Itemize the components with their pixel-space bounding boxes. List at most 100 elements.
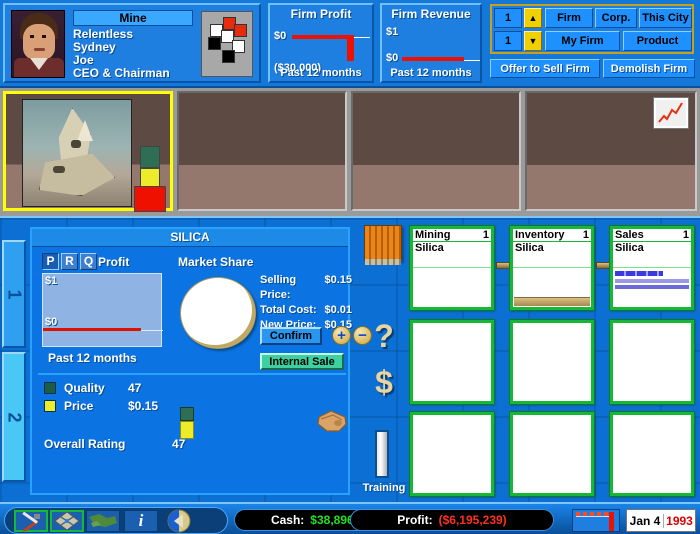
- price-increase-button[interactable]: +: [332, 326, 351, 345]
- product-slot-3[interactable]: [525, 91, 697, 211]
- department-inventory[interactable]: Inventory 1 Silica: [509, 225, 595, 311]
- market-share-label: Market Share: [178, 255, 254, 269]
- overall-rating-value: 47: [172, 437, 186, 451]
- tab-2[interactable]: 2: [2, 352, 26, 482]
- tab-1-label: 1: [4, 288, 25, 300]
- department-slot-9[interactable]: [609, 411, 695, 497]
- inventory-item: Silica: [515, 242, 544, 254]
- price-label: Price: [64, 399, 94, 413]
- mining-item: Silica: [415, 242, 444, 254]
- quality-label: Quality: [64, 381, 105, 395]
- spinner-down-icon[interactable]: ▼: [524, 31, 542, 51]
- profit-label: Profit:: [397, 513, 433, 527]
- demolish-firm-button[interactable]: Demolish Firm: [603, 59, 695, 78]
- department-slot-6[interactable]: [609, 319, 695, 405]
- training-slider[interactable]: [375, 430, 389, 478]
- cash-label: Cash:: [270, 513, 305, 527]
- overall-rating-label: Overall Rating: [44, 437, 126, 451]
- firm-profit-panel[interactable]: Firm Profit $0 ($30,000) Past 12 months: [268, 3, 374, 83]
- product-title: SILICA: [32, 229, 348, 247]
- prq-button-p[interactable]: P: [42, 253, 59, 270]
- firm-controls-panel: 1 ▲ Firm Corp. This City 1 ▼ My Firm Pro…: [487, 3, 697, 83]
- department-slot-5[interactable]: [509, 319, 595, 405]
- info-icon[interactable]: i: [124, 510, 158, 532]
- profit-value: ($6,195,239): [438, 513, 507, 527]
- tools-icon[interactable]: [14, 510, 48, 532]
- avatar: [11, 10, 65, 78]
- date-value: Jan 4: [629, 513, 661, 528]
- firm-revenue-bottom-label: $0: [386, 52, 399, 64]
- confirm-button[interactable]: Confirm: [260, 327, 322, 345]
- firm-revenue-footer: Past 12 months: [390, 67, 472, 79]
- department-slot-7[interactable]: [409, 411, 495, 497]
- offer-to-sell-firm-button[interactable]: Offer to Sell Firm: [490, 59, 600, 78]
- firm-revenue-panel[interactable]: Firm Revenue $1 $0 Past 12 months: [380, 3, 482, 83]
- prq-button-q[interactable]: Q: [80, 253, 97, 270]
- profit-readout: Profit: ($6,195,239): [350, 509, 554, 531]
- product-index-field[interactable]: 1: [494, 31, 522, 51]
- firm-profit-chart: $0 ($30,000): [274, 22, 370, 74]
- crate-icon[interactable]: [364, 225, 402, 265]
- prq-button-r[interactable]: R: [61, 253, 78, 270]
- prq-toggle-group: P R Q: [42, 253, 97, 270]
- selling-price-row: Selling Price: $0.15: [260, 273, 352, 303]
- spinner-up-icon[interactable]: ▲: [524, 8, 542, 28]
- top-bar: Mine Relentless Sydney Joe CEO & Chairma…: [0, 0, 700, 88]
- profit-label: Profit: [98, 255, 130, 269]
- product-slot-2[interactable]: [351, 91, 521, 211]
- status-level-bar: [134, 186, 166, 212]
- quality-level-bar: [140, 146, 160, 168]
- help-icon[interactable]: ?: [362, 318, 406, 355]
- department-mining[interactable]: Mining 1 Silica: [409, 225, 495, 311]
- hand-cursor-icon: [315, 407, 349, 437]
- product-slot-strip: [0, 88, 700, 216]
- quality-stat-row: Quality 47: [44, 381, 141, 395]
- sales-item: Silica: [615, 242, 644, 254]
- product-slot-0[interactable]: [3, 91, 173, 212]
- game-window: Mine Relentless Sydney Joe CEO & Chairma…: [0, 0, 700, 534]
- firm-revenue-chart: $1 $0: [386, 22, 480, 64]
- back-arrow-icon[interactable]: [162, 509, 196, 533]
- mining-name: Mining: [415, 229, 451, 241]
- plus-icon: +: [337, 326, 346, 344]
- product-button[interactable]: Product: [623, 31, 692, 51]
- inventory-fill-bar: [514, 297, 590, 306]
- internal-sale-button[interactable]: Internal Sale: [260, 353, 344, 370]
- firm-index-field[interactable]: 1: [494, 8, 522, 28]
- inventory-name: Inventory: [515, 229, 565, 241]
- price-stat-row: Price $0.15: [44, 399, 158, 413]
- department-slot-4[interactable]: [409, 319, 495, 405]
- tab-1[interactable]: 1: [2, 240, 26, 348]
- corp-button[interactable]: Corp.: [595, 8, 637, 28]
- money-icon[interactable]: $: [362, 364, 406, 401]
- price-info: Selling Price: $0.15 Total Cost: $0.01 N…: [260, 273, 352, 333]
- tab-2-label: 2: [4, 411, 25, 423]
- selling-price-value: $0.15: [324, 274, 352, 286]
- department-sales[interactable]: Sales 1 Silica: [609, 225, 695, 311]
- action-icon-column: ? $ Training: [360, 218, 408, 504]
- total-cost-row: Total Cost: $0.01: [260, 303, 352, 318]
- total-cost-value: $0.01: [324, 304, 352, 316]
- department-slot-8[interactable]: [509, 411, 595, 497]
- city-grid-icon[interactable]: [50, 510, 84, 532]
- date-display[interactable]: Jan 4 1993: [626, 509, 696, 532]
- firm-profit-top-label: $0: [274, 30, 287, 42]
- sales-bars: [615, 271, 689, 289]
- past-12-months-label: Past 12 months: [48, 351, 137, 365]
- sales-name: Sales: [615, 229, 644, 241]
- status-bar: i Cash: $38,896,600 Profit: ($6,195,239)…: [0, 502, 700, 534]
- price-value: $0.15: [128, 399, 159, 413]
- line-chart-icon[interactable]: [653, 97, 689, 129]
- speed-control[interactable]: [572, 509, 620, 532]
- firm-button[interactable]: Firm: [545, 8, 593, 28]
- main-panel: 1 2 SILICA P R Q Profit Market Share $1 …: [0, 216, 700, 502]
- world-map-icon[interactable]: [86, 510, 120, 532]
- product-slot-1[interactable]: [177, 91, 347, 211]
- quality-color-swatch: [44, 382, 56, 394]
- sales-count: 1: [682, 229, 689, 241]
- my-firm-button[interactable]: My Firm: [545, 31, 620, 51]
- this-city-button[interactable]: This City: [639, 8, 692, 28]
- year-value: 1993: [663, 513, 695, 528]
- profit-chart-top-label: $1: [45, 275, 58, 287]
- training-label: Training: [362, 482, 406, 494]
